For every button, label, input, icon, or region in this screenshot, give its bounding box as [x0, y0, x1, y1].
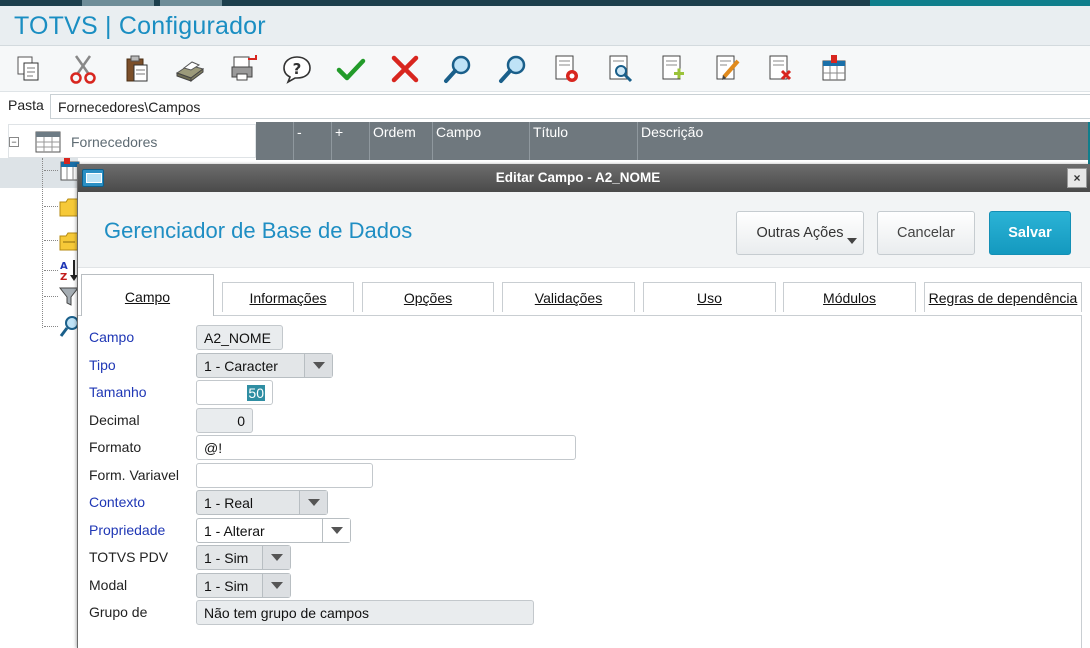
- find-next-icon[interactable]: [496, 52, 530, 86]
- grupo-field[interactable]: Não tem grupo de campos: [196, 600, 534, 625]
- tree-root-label: Fornecedores: [71, 134, 158, 150]
- svg-text:Z: Z: [60, 272, 67, 282]
- svg-text:?: ?: [293, 60, 302, 78]
- tamanho-label: Tamanho: [89, 384, 147, 400]
- other-actions-label: Outras Ações: [756, 225, 844, 241]
- app-titlebar: TOTVS | Configurador: [0, 6, 1090, 46]
- table-field-icon[interactable]: [817, 52, 851, 86]
- chevron-down-icon[interactable]: [262, 546, 290, 569]
- tamanho-value: 50: [247, 385, 265, 401]
- svg-text:A: A: [60, 261, 68, 272]
- tab-opcoes[interactable]: Opções: [362, 282, 494, 312]
- edit-field-dialog: Editar Campo - A2_NOME × Gerenciador de …: [77, 164, 1090, 648]
- tree-node-folder-1[interactable]: [44, 194, 79, 220]
- path-bar: Pasta Fornecedores\Campos: [0, 92, 1090, 122]
- path-label: Pasta: [8, 97, 44, 113]
- chevron-down-icon: [847, 238, 857, 244]
- form-variavel-field[interactable]: [196, 463, 373, 488]
- totvs-pdv-value: 1 - Sim: [204, 550, 249, 566]
- dialog-title: Editar Campo - A2_NOME: [495, 170, 661, 185]
- cut-icon[interactable]: [66, 52, 100, 86]
- tab-validacoes[interactable]: Validações: [502, 282, 635, 312]
- contexto-value: 1 - Real: [204, 495, 254, 511]
- export-icon[interactable]: [227, 52, 261, 86]
- app-title: TOTVS | Configurador: [14, 12, 266, 40]
- chevron-down-icon[interactable]: [262, 574, 290, 597]
- formato-field[interactable]: @!: [196, 435, 576, 460]
- decimal-label: Decimal: [89, 412, 140, 428]
- cancel-button[interactable]: Cancelar: [877, 211, 975, 255]
- formato-label: Formato: [89, 439, 142, 455]
- tab-informacoes[interactable]: Informações: [222, 282, 354, 312]
- propriedade-value: 1 - Alterar: [204, 523, 265, 539]
- tab-panel-right-border: [1081, 315, 1082, 648]
- campo-label: Campo: [89, 329, 135, 345]
- tree-node-campos[interactable]: [44, 158, 80, 184]
- dialog-header: Gerenciador de Base de Dados Outras Açõe…: [78, 192, 1090, 268]
- tree-node-folder-2[interactable]: [44, 228, 79, 254]
- cancel-x-icon[interactable]: [388, 52, 422, 86]
- delete-document-icon[interactable]: [763, 52, 797, 86]
- toolbar: ?: [0, 46, 1090, 92]
- col-titulo[interactable]: Título: [529, 122, 637, 160]
- tamanho-field[interactable]: 50: [196, 380, 273, 405]
- col-descricao[interactable]: Descrição: [637, 122, 1090, 160]
- modal-value: 1 - Sim: [204, 578, 249, 594]
- paste-icon[interactable]: [120, 52, 154, 86]
- col-campo[interactable]: Campo: [432, 122, 529, 160]
- tab-panel-border: [78, 315, 1082, 316]
- grid-header: - + Ordem Campo Título Descrição: [256, 122, 1090, 160]
- print-icon[interactable]: [173, 52, 207, 86]
- tree-node-filter[interactable]: [44, 284, 80, 310]
- document-preview-icon[interactable]: [603, 52, 637, 86]
- tipo-select[interactable]: 1 - Caracter: [196, 353, 333, 378]
- modal-select[interactable]: 1 - Sim: [196, 573, 291, 598]
- dialog-titlebar: Editar Campo - A2_NOME ×: [78, 164, 1090, 192]
- contexto-label: Contexto: [89, 494, 146, 510]
- add-document-icon[interactable]: [656, 52, 690, 86]
- save-button[interactable]: Salvar: [989, 211, 1071, 255]
- decimal-field[interactable]: 0: [196, 408, 253, 433]
- chevron-down-icon[interactable]: [322, 519, 350, 542]
- tab-campo[interactable]: Campo: [81, 274, 214, 316]
- path-input[interactable]: Fornecedores\Campos: [50, 94, 1090, 119]
- campo-field[interactable]: A2_NOME: [196, 325, 283, 350]
- col-ordem[interactable]: Ordem: [369, 122, 432, 160]
- tree-collapse-icon[interactable]: −: [9, 137, 19, 147]
- chevron-down-icon[interactable]: [304, 354, 332, 377]
- table-icon: [35, 131, 61, 153]
- tree-node-search[interactable]: [44, 314, 79, 340]
- tree-node-sort[interactable]: AZ: [44, 258, 78, 284]
- col-minus[interactable]: -: [293, 122, 331, 160]
- edit-document-icon[interactable]: [710, 52, 744, 86]
- document-settings-icon[interactable]: [549, 52, 583, 86]
- totvs-pdv-label: TOTVS PDV: [89, 549, 169, 565]
- dialog-heading: Gerenciador de Base de Dados: [104, 218, 413, 243]
- modal-label: Modal: [89, 577, 128, 593]
- propriedade-select[interactable]: 1 - Alterar: [196, 518, 351, 543]
- tipo-value: 1 - Caracter: [204, 358, 278, 374]
- tree-connector: [42, 158, 43, 328]
- close-icon[interactable]: ×: [1067, 168, 1087, 188]
- grupo-label: Grupo de: [89, 604, 148, 620]
- tab-bar: Campo Informações Opções Validações Uso …: [78, 268, 1090, 316]
- tab-uso[interactable]: Uso: [643, 282, 776, 312]
- form-variavel-label: Form. Variavel: [89, 467, 179, 483]
- col-plus[interactable]: +: [331, 122, 369, 160]
- help-icon[interactable]: ?: [280, 52, 314, 86]
- propriedade-label: Propriedade: [89, 522, 166, 538]
- tipo-label: Tipo: [89, 357, 116, 373]
- tab-modulos[interactable]: Módulos: [783, 282, 916, 312]
- tree-root-item[interactable]: − Fornecedores: [8, 124, 256, 158]
- tab-regras-dependencia[interactable]: Regras de dependência: [924, 282, 1082, 312]
- search-icon[interactable]: [441, 52, 475, 86]
- contexto-select[interactable]: 1 - Real: [196, 490, 328, 515]
- copy-icon[interactable]: [12, 52, 46, 86]
- other-actions-button[interactable]: Outras Ações: [736, 211, 864, 255]
- chevron-down-icon[interactable]: [299, 491, 327, 514]
- totvs-pdv-select[interactable]: 1 - Sim: [196, 545, 291, 570]
- confirm-check-icon[interactable]: [334, 52, 368, 86]
